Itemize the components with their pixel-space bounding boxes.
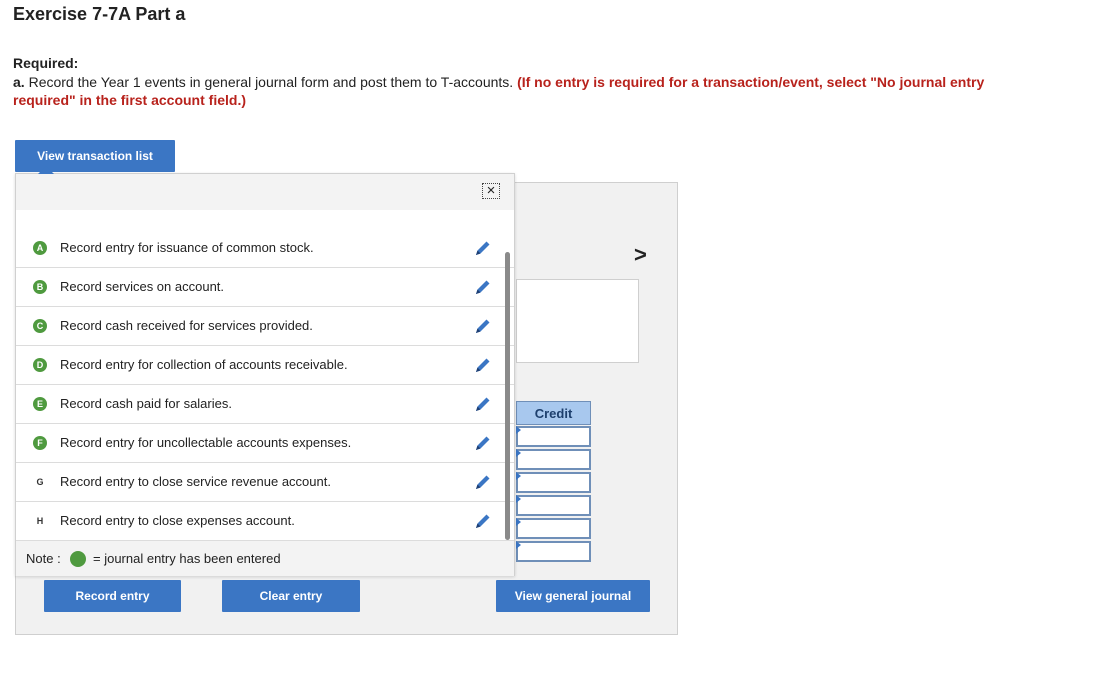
edit-pencil-icon[interactable] xyxy=(472,237,494,259)
note-label: Note : xyxy=(26,551,61,566)
cell-marker-icon xyxy=(516,449,521,457)
transaction-row: H Record entry to close expenses account… xyxy=(16,502,514,541)
transaction-row: B Record services on account. xyxy=(16,268,514,307)
note-text: = journal entry has been entered xyxy=(93,551,281,566)
transaction-row: F Record entry for uncollectable account… xyxy=(16,424,514,463)
edit-pencil-icon[interactable] xyxy=(472,315,494,337)
cell-marker-icon xyxy=(516,472,521,480)
transaction-text: Record cash paid for salaries. xyxy=(60,396,232,411)
credit-input[interactable] xyxy=(516,495,591,516)
next-chevron-icon[interactable]: > xyxy=(634,242,647,268)
edit-pencil-icon[interactable] xyxy=(472,393,494,415)
credit-input[interactable] xyxy=(516,518,591,539)
letter-label: G xyxy=(36,477,44,487)
transaction-text: Record services on account. xyxy=(60,279,225,294)
transaction-row: G Record entry to close service revenue … xyxy=(16,463,514,502)
entered-badge: C xyxy=(33,319,47,333)
entered-dot-icon xyxy=(70,551,86,567)
instruction: a. Record the Year 1 events in general j… xyxy=(13,73,1013,109)
page-title: Exercise 7-7A Part a xyxy=(13,4,186,24)
close-icon[interactable]: × xyxy=(482,183,500,199)
account-box xyxy=(516,279,639,363)
note-bar: Note : = journal entry has been entered xyxy=(16,540,514,576)
required-label: Required: xyxy=(13,55,79,71)
transaction-text: Record entry to close service revenue ac… xyxy=(60,474,331,489)
record-entry-button[interactable]: Record entry xyxy=(44,580,181,612)
edit-pencil-icon[interactable] xyxy=(472,276,494,298)
letter-label: H xyxy=(36,516,44,526)
edit-pencil-icon[interactable] xyxy=(472,471,494,493)
transaction-row: D Record entry for collection of account… xyxy=(16,346,514,385)
credit-input[interactable] xyxy=(516,472,591,493)
cell-marker-icon xyxy=(516,426,521,434)
transaction-text: Record entry for collection of accounts … xyxy=(60,357,348,372)
transaction-row: C Record cash received for services prov… xyxy=(16,307,514,346)
credit-input[interactable] xyxy=(516,449,591,470)
instruction-text: Record the Year 1 events in general jour… xyxy=(28,74,514,90)
credit-column-header: Credit xyxy=(516,401,591,425)
transaction-text: Record entry to close expenses account. xyxy=(60,513,295,528)
entered-badge: B xyxy=(33,280,47,294)
transaction-text: Record entry for issuance of common stoc… xyxy=(60,240,314,255)
edit-pencil-icon[interactable] xyxy=(472,354,494,376)
popup-pointer xyxy=(38,166,54,174)
transaction-row: A Record entry for issuance of common st… xyxy=(16,229,514,268)
edit-pencil-icon[interactable] xyxy=(472,432,494,454)
transaction-list-popup: × A Record entry for issuance of common … xyxy=(15,166,515,576)
entered-badge: E xyxy=(33,397,47,411)
popup-header xyxy=(16,174,514,210)
credit-input[interactable] xyxy=(516,541,591,562)
entered-badge: D xyxy=(33,358,47,372)
instruction-prefix: a. xyxy=(13,74,25,90)
cell-marker-icon xyxy=(516,518,521,526)
transaction-text: Record entry for uncollectable accounts … xyxy=(60,435,352,450)
clear-entry-button[interactable]: Clear entry xyxy=(222,580,360,612)
entered-badge: A xyxy=(33,241,47,255)
cell-marker-icon xyxy=(516,541,521,549)
transaction-text: Record cash received for services provid… xyxy=(60,318,313,333)
entered-badge: F xyxy=(33,436,47,450)
cell-marker-icon xyxy=(516,495,521,503)
edit-pencil-icon[interactable] xyxy=(472,510,494,532)
credit-input[interactable] xyxy=(516,426,591,447)
transaction-row: E Record cash paid for salaries. xyxy=(16,385,514,424)
view-general-journal-button[interactable]: View general journal xyxy=(496,580,650,612)
scrollbar[interactable] xyxy=(505,252,510,540)
